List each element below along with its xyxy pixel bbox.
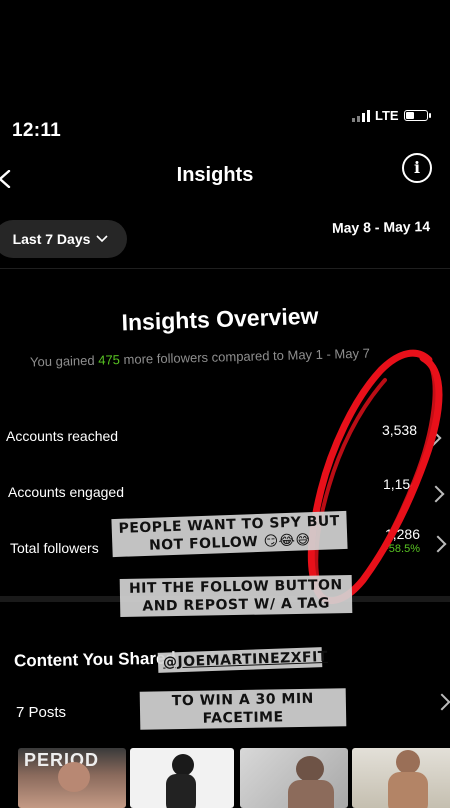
overview-title: Insights Overview <box>121 302 319 336</box>
signal-icon <box>352 109 370 122</box>
post-thumbnail[interactable]: PERIOD <box>18 748 126 808</box>
metric-label: Accounts reached <box>6 428 119 444</box>
status-time: 12:11 <box>12 120 62 141</box>
page-title: Insights <box>176 164 254 186</box>
story-text-sticker: HIT THE FOLLOW BUTTON AND REPOST W/ A TA… <box>119 574 353 618</box>
chevron-down-icon <box>96 235 108 243</box>
network-label: LTE <box>375 108 399 123</box>
info-icon[interactable]: i <box>402 153 432 183</box>
divider <box>0 268 450 269</box>
metric-label: Accounts engaged <box>8 484 124 500</box>
date-range-dropdown-label: Last 7 Days <box>12 231 91 247</box>
story-text-sticker: TO WIN A 30 MIN FACETIME <box>139 688 347 730</box>
metric-label: Total followers <box>10 540 99 556</box>
post-thumbnail[interactable] <box>352 748 450 808</box>
post-thumbnail[interactable] <box>240 748 348 808</box>
battery-icon <box>403 110 431 121</box>
chevron-right-icon <box>433 693 450 711</box>
date-range-dropdown[interactable]: Last 7 Days <box>0 220 127 258</box>
followers-gained: 475 <box>98 352 121 368</box>
subtitle-prefix: You gained <box>29 352 99 370</box>
story-text-sticker: @JOEMARTINEZXFIT <box>157 647 328 673</box>
status-icons: LTE <box>352 108 431 123</box>
content-section-title: Content You Shared <box>13 648 176 671</box>
post-thumbnail[interactable] <box>130 748 234 808</box>
date-range-text: May 8 - May 14 <box>331 218 431 236</box>
posts-count-label: 7 Posts <box>16 704 67 721</box>
